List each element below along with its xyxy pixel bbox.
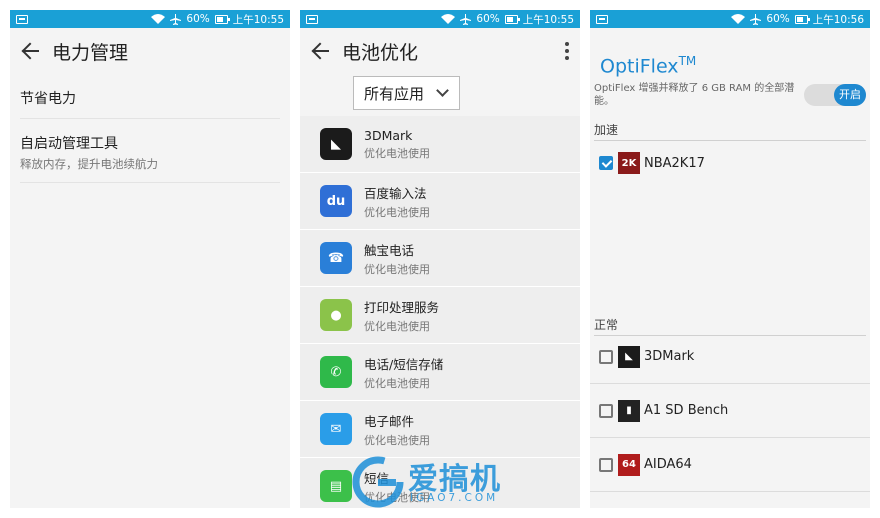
back-arrow-icon[interactable] <box>310 40 332 62</box>
title-text: OptiFlex <box>600 55 679 78</box>
app-name: 打印处理服务 <box>364 299 440 315</box>
optiflex-description: OptiFlex 增强并释放了 6 GB RAM 的全部潜能。 <box>594 83 795 107</box>
game-list-item[interactable]: ◣ 3DMark <box>590 330 870 384</box>
page-title: OptiFlexTM <box>590 28 870 78</box>
toggle-label: 开启 <box>834 84 866 106</box>
game-name: A1 SD Bench <box>644 403 729 418</box>
status-bar: 60% 上午10:56 <box>590 10 870 28</box>
back-arrow-icon[interactable] <box>20 40 42 62</box>
airplane-icon <box>170 13 182 25</box>
power-management-screen: 60% 上午10:55 电力管理 节省电力 自启动管理工具 释放内存，提升电池续… <box>10 10 290 508</box>
menu-item-power-saving[interactable]: 节省电力 <box>20 74 280 119</box>
app-list-item[interactable]: ✆ 电话/短信存储 优化电池使用 <box>300 344 580 401</box>
app-filter-dropdown[interactable]: 所有应用 <box>353 76 460 110</box>
wifi-icon <box>731 14 746 24</box>
app-status: 优化电池使用 <box>364 262 430 276</box>
app-name: 触宝电话 <box>364 242 415 258</box>
baidu-ime-icon: du <box>320 185 352 217</box>
menu-item-label: 自启动管理工具 <box>20 136 118 152</box>
app-text: 百度输入法优化电池使用 <box>364 183 430 220</box>
notification-icon <box>596 14 608 24</box>
battery-icon <box>794 14 810 24</box>
app-text: 触宝电话优化电池使用 <box>364 240 430 277</box>
nba2k17-icon: 2K <box>618 152 640 174</box>
airplane-icon <box>460 13 472 25</box>
game-checkbox[interactable] <box>599 457 613 472</box>
app-list-item[interactable]: ✉ 电子邮件优化电池使用 <box>300 401 580 458</box>
app-status: 优化电池使用 <box>364 433 430 447</box>
app-list-item[interactable]: ☎ 触宝电话优化电池使用 <box>300 230 580 287</box>
more-options-icon[interactable] <box>564 42 570 60</box>
page-title: 电力管理 <box>52 41 129 64</box>
chevron-down-icon <box>436 84 449 97</box>
app-list-item[interactable]: ◣ 3DMark 优化电池使用 <box>300 116 580 173</box>
dropdown-selected-value: 所有应用 <box>364 84 425 103</box>
wifi-icon <box>441 14 456 24</box>
3dmark-icon: ◣ <box>618 345 640 368</box>
watermark-logo: 爱搞机 IGAO7.COM <box>350 452 540 512</box>
app-text: 打印处理服务 优化电池使用 <box>364 297 439 334</box>
touchpal-icon: ☎ <box>320 242 352 274</box>
status-bar: 60% 上午10:55 <box>300 10 580 28</box>
battery-icon <box>214 14 230 24</box>
app-status: 优化电池使用 <box>364 319 430 333</box>
notification-icon <box>16 14 28 24</box>
watermark-g-icon <box>352 456 404 508</box>
battery-icon <box>504 14 520 24</box>
notification-icon <box>306 14 318 24</box>
aida64-icon: 64 <box>618 453 640 476</box>
app-text: 电话/短信存储 优化电池使用 <box>364 354 443 391</box>
app-text: 电子邮件优化电池使用 <box>364 411 430 448</box>
app-name: 电话/短信存储 <box>364 356 444 372</box>
app-name: 百度输入法 <box>364 185 427 201</box>
clock: 上午10:55 <box>232 13 284 26</box>
app-bar: 电力管理 <box>10 28 290 74</box>
app-status: 优化电池使用 <box>364 146 430 160</box>
app-text: 3DMark 优化电池使用 <box>364 128 430 161</box>
menu-item-autostart-manager[interactable]: 自启动管理工具 释放内存，提升电池续航力 <box>20 119 280 183</box>
game-list-item[interactable]: ▮ A1 SD Bench <box>590 384 870 438</box>
email-icon: ✉ <box>320 413 352 445</box>
app-name: 电子邮件 <box>364 413 415 429</box>
game-checkbox[interactable] <box>599 156 613 170</box>
airplane-icon <box>750 13 762 25</box>
app-name: 3DMark <box>364 127 413 143</box>
game-list-item[interactable]: 64 AIDA64 <box>590 438 870 492</box>
optiflex-screen: 60% 上午10:56 OptiFlexTM OptiFlex 增强并释放了 6… <box>590 10 870 508</box>
menu-item-label: 节省电力 <box>20 91 76 107</box>
game-name: 3DMark <box>644 349 695 364</box>
game-checkbox[interactable] <box>599 349 613 364</box>
app-bar: 电池优化 <box>300 28 580 74</box>
clock: 上午10:55 <box>522 13 574 26</box>
android-icon: ● <box>320 299 352 331</box>
battery-percent: 60% <box>186 13 210 25</box>
status-bar: 60% 上午10:55 <box>10 10 290 28</box>
app-list: ◣ 3DMark 优化电池使用 du 百度输入法 优化电池使用 ☎ 触宝电话 优化电池使用 ● 打印… <box>300 116 580 508</box>
wifi-icon <box>151 14 166 24</box>
battery-percent: 60% <box>476 13 500 25</box>
clock: 上午10:56 <box>812 13 864 26</box>
watermark-subtext: IGAO7.COM <box>410 492 499 504</box>
a1sd-icon: ▮ <box>618 399 640 422</box>
trademark-sup: TM <box>678 54 697 68</box>
app-list-item[interactable]: ● 打印处理服务 优化电池使用 <box>300 287 580 344</box>
menu-item-description: 释放内存，提升电池续航力 <box>20 157 158 171</box>
sms-icon: ▤ <box>320 470 352 502</box>
game-checkbox[interactable] <box>599 403 613 418</box>
battery-percent: 60% <box>766 13 790 25</box>
app-status: 优化电池使用 <box>364 376 430 390</box>
game-list-item[interactable]: 2K NBA2K17 <box>590 136 870 190</box>
3dmark-icon: ◣ <box>320 128 352 160</box>
battery-optimization-screen: 60% 上午10:55 电池优化 所有应用 ◣ 3DMark 优化电池使用 du 百度输… <box>300 10 580 508</box>
app-list-item[interactable]: du 百度输入法优化电池使用 <box>300 173 580 230</box>
app-status: 优化电池使用 <box>364 205 430 219</box>
optiflex-toggle[interactable]: 开启 <box>804 84 866 106</box>
game-name: AIDA64 <box>644 457 692 472</box>
page-title: 电池优化 <box>342 41 419 64</box>
game-name: NBA2K17 <box>644 155 705 171</box>
phone-icon: ✆ <box>320 356 352 388</box>
